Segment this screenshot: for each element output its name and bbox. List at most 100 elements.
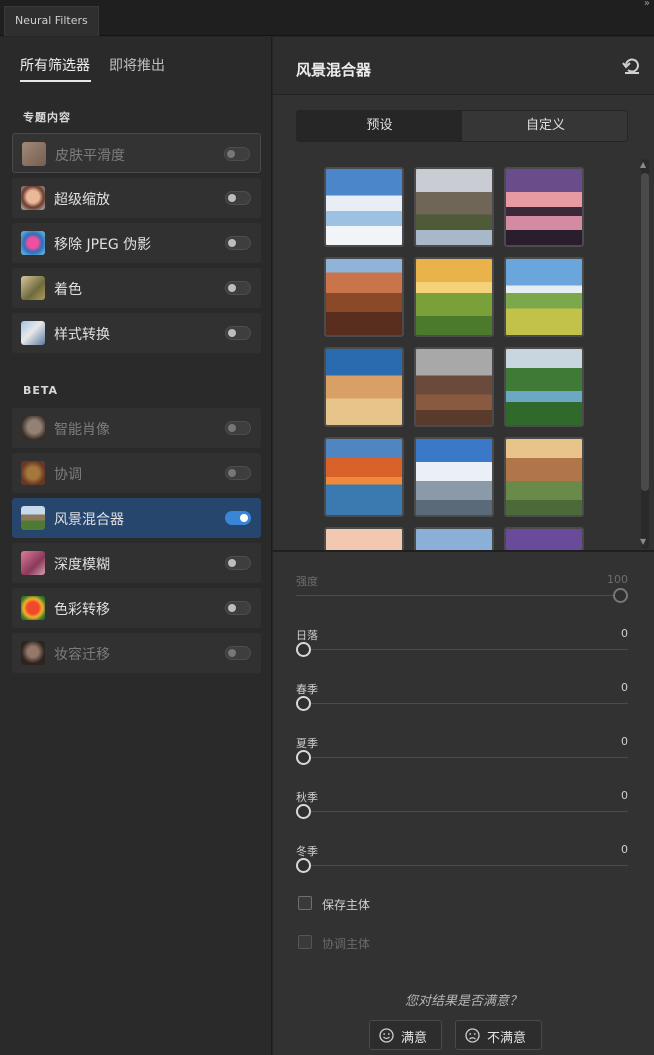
section-divider	[273, 550, 654, 552]
preset-tile[interactable]	[414, 437, 494, 517]
slider-knob[interactable]	[296, 642, 311, 657]
filter-label: 着色	[54, 282, 82, 298]
preset-tile[interactable]	[414, 167, 494, 247]
frown-icon	[465, 1028, 480, 1043]
filter-toggle[interactable]	[225, 646, 251, 660]
active-tab-underline	[20, 80, 91, 82]
landscape-mixer-icon	[21, 506, 45, 530]
filter-item-smart-portrait[interactable]: 智能肖像	[12, 408, 261, 448]
style-transfer-icon	[21, 321, 45, 345]
filter-toggle[interactable]	[225, 236, 251, 250]
filter-label: 智能肖像	[54, 422, 110, 438]
filter-item-jpeg-artifacts[interactable]: 移除 JPEG 伪影	[12, 223, 261, 263]
feedback-unsatisfied-label: 不满意	[487, 1031, 527, 1046]
filter-toggle[interactable]	[224, 147, 250, 161]
feedback-satisfied-label: 满意	[401, 1031, 428, 1046]
feedback-unsatisfied-button[interactable]: 不满意	[455, 1020, 542, 1050]
filter-toggle[interactable]	[225, 421, 251, 435]
slider-knob[interactable]	[296, 696, 311, 711]
preset-tile[interactable]	[324, 437, 404, 517]
slider-track[interactable]	[296, 811, 628, 812]
slider-sunset[interactable]: 日落 0	[296, 627, 628, 667]
slider-track[interactable]	[296, 595, 628, 596]
tab-all-filters[interactable]: 所有筛选器	[20, 55, 90, 75]
slider-label: 日落	[296, 629, 318, 642]
slider-label: 秋季	[296, 791, 318, 804]
checkbox-label: 协调主体	[322, 937, 371, 951]
scroll-thumb[interactable]	[641, 173, 649, 491]
slider-strength[interactable]: 强度 100	[296, 573, 628, 613]
panel-tab-neural-filters[interactable]: Neural Filters	[4, 6, 99, 36]
preset-tile[interactable]	[324, 257, 404, 337]
slider-knob[interactable]	[613, 588, 628, 603]
checkbox-box[interactable]	[298, 896, 312, 910]
filter-item-colorize[interactable]: 着色	[12, 268, 261, 308]
slider-knob[interactable]	[296, 804, 311, 819]
reset-icon[interactable]	[622, 57, 642, 75]
filter-toggle[interactable]	[225, 281, 251, 295]
slider-autumn[interactable]: 秋季 0	[296, 789, 628, 829]
preset-tile[interactable]	[324, 347, 404, 427]
preset-scrollbar[interactable]: ▲ ▼	[638, 159, 652, 549]
slider-winter[interactable]: 冬季 0	[296, 843, 628, 883]
filter-item-makeup-transfer[interactable]: 妆容迁移	[12, 633, 261, 673]
filter-item-depth-blur[interactable]: 深度模糊	[12, 543, 261, 583]
filter-label: 移除 JPEG 伪影	[54, 237, 152, 253]
filter-toggle[interactable]	[225, 191, 251, 205]
filter-label: 协调	[54, 467, 82, 483]
filter-item-color-transfer[interactable]: 色彩转移	[12, 588, 261, 628]
feedback-satisfied-button[interactable]: 满意	[369, 1020, 442, 1050]
preset-tile[interactable]	[324, 167, 404, 247]
slider-knob[interactable]	[296, 750, 311, 765]
slider-track[interactable]	[296, 865, 628, 866]
slider-track[interactable]	[296, 703, 628, 704]
preset-tile[interactable]	[414, 347, 494, 427]
slider-value: 100	[607, 573, 628, 586]
smile-icon	[379, 1028, 394, 1043]
tab-coming-soon[interactable]: 即将推出	[109, 55, 165, 75]
slider-value: 0	[621, 789, 628, 802]
slider-knob[interactable]	[296, 858, 311, 873]
preset-tile[interactable]	[414, 527, 494, 551]
segment-custom[interactable]: 自定义	[463, 111, 628, 141]
preset-tile[interactable]	[504, 527, 584, 551]
preset-tile[interactable]	[414, 257, 494, 337]
filter-label: 风景混合器	[54, 512, 124, 528]
filter-item-super-zoom[interactable]: 超级缩放	[12, 178, 261, 218]
filter-toggle[interactable]	[225, 556, 251, 570]
harmonization-icon	[21, 461, 45, 485]
slider-track[interactable]	[296, 757, 628, 758]
filter-item-skin-smoothing[interactable]: 皮肤平滑度	[12, 133, 261, 173]
filter-label: 妆容迁移	[54, 647, 110, 663]
jpeg-artifacts-icon	[21, 231, 45, 255]
filter-item-style-transfer[interactable]: 样式转换	[12, 313, 261, 353]
scroll-down-icon[interactable]: ▼	[640, 537, 646, 546]
filter-toggle[interactable]	[225, 511, 251, 525]
slider-spring[interactable]: 春季 0	[296, 681, 628, 721]
section-featured-label: 专题内容	[23, 111, 71, 124]
filter-item-harmonization[interactable]: 协调	[12, 453, 261, 493]
segment-presets[interactable]: 预设	[297, 111, 462, 141]
preset-tile[interactable]	[324, 527, 404, 551]
checkbox-box[interactable]	[298, 935, 312, 949]
filter-label: 深度模糊	[54, 557, 110, 573]
filter-toggle[interactable]	[225, 326, 251, 340]
slider-value: 0	[621, 627, 628, 640]
color-transfer-icon	[21, 596, 45, 620]
preset-tile[interactable]	[504, 257, 584, 337]
slider-summer[interactable]: 夏季 0	[296, 735, 628, 775]
preset-tile[interactable]	[504, 347, 584, 427]
preset-grid	[273, 157, 654, 551]
scroll-up-icon[interactable]: ▲	[640, 160, 646, 169]
collapse-icon[interactable]: »	[644, 0, 650, 9]
filter-label: 皮肤平滑度	[55, 148, 125, 164]
slider-label: 冬季	[296, 845, 318, 858]
filter-toggle[interactable]	[225, 466, 251, 480]
filter-item-landscape-mixer[interactable]: 风景混合器	[12, 498, 261, 538]
filter-label: 超级缩放	[54, 192, 110, 208]
preset-tile[interactable]	[504, 437, 584, 517]
slider-value: 0	[621, 843, 628, 856]
slider-track[interactable]	[296, 649, 628, 650]
filter-toggle[interactable]	[225, 601, 251, 615]
preset-tile[interactable]	[504, 167, 584, 247]
